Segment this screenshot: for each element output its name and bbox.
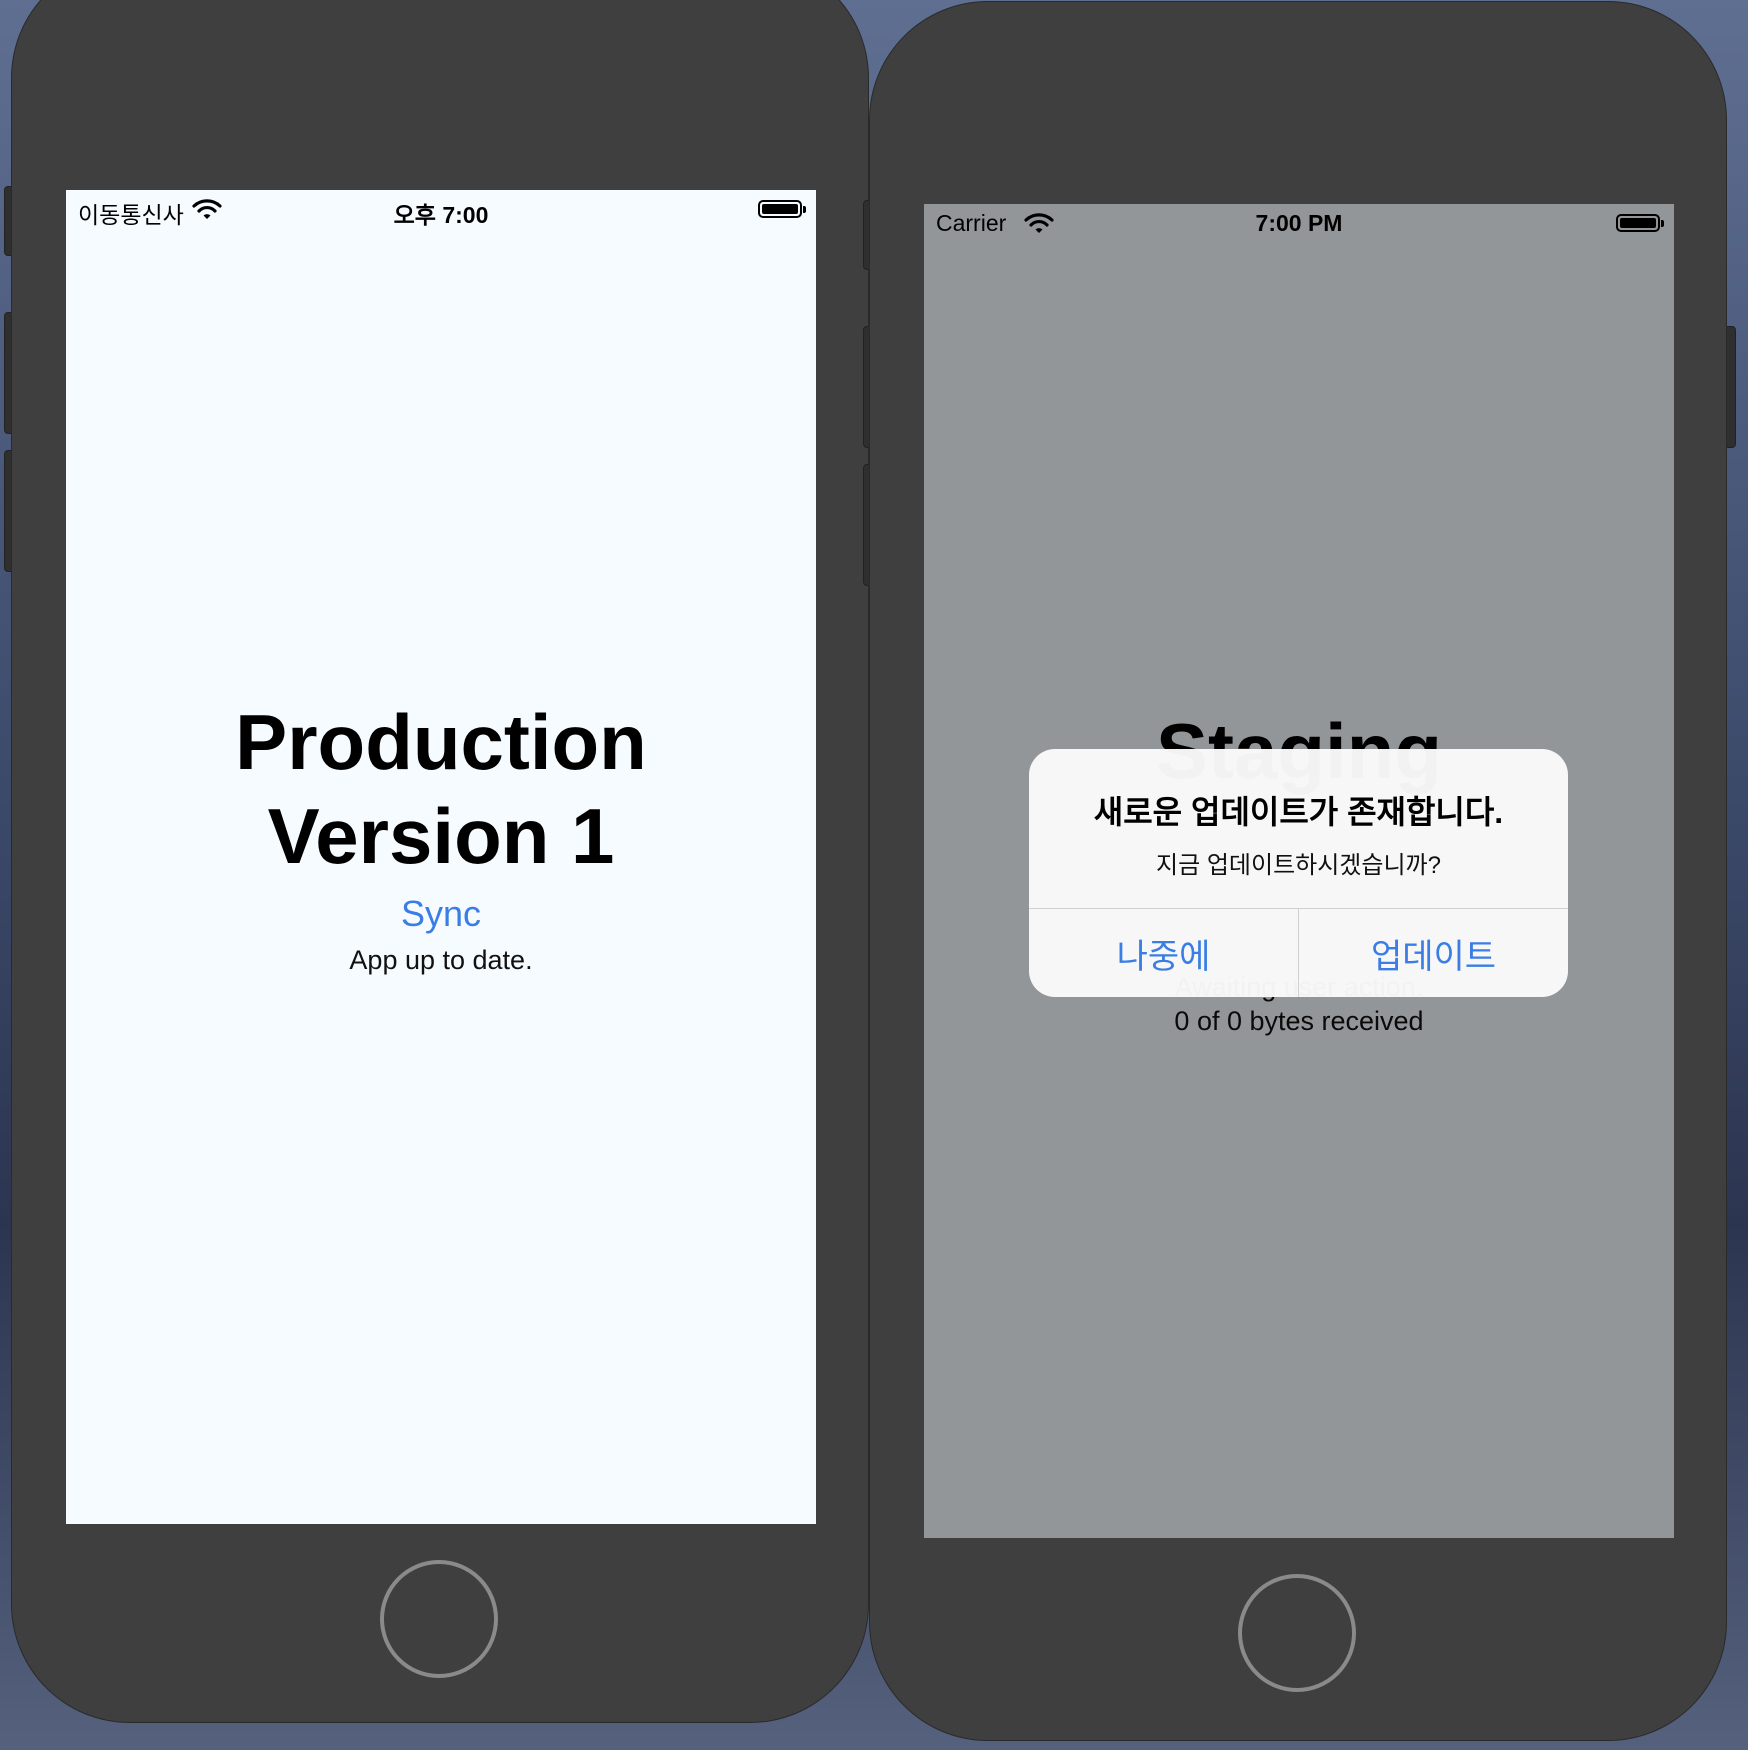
- home-button[interactable]: [380, 1560, 498, 1678]
- home-button[interactable]: [1238, 1574, 1356, 1692]
- later-button[interactable]: 나중에: [1029, 909, 1298, 997]
- status-message: App up to date.: [349, 945, 533, 975]
- battery-icon: [758, 200, 806, 218]
- page-title-line1: Production: [235, 698, 647, 786]
- page-title-line2: Version 1: [267, 792, 615, 880]
- sync-button[interactable]: Sync: [66, 893, 816, 935]
- update-button[interactable]: 업데이트: [1298, 909, 1568, 997]
- right-phone-screen: Carrier 7:00 PM Staging Awaiting user ac…: [924, 204, 1674, 1538]
- alert-message: 지금 업데이트하시겠습니까?: [1156, 852, 1441, 879]
- alert-title: 새로운 업데이트가 존재합니다.: [1093, 794, 1504, 830]
- status-time: 오후 7:00: [393, 202, 489, 228]
- status-bar: 이동통신사 오후 7:00: [66, 190, 816, 230]
- main-content: Production Version 1 Sync App up to date…: [66, 695, 816, 976]
- update-alert-dialog: 새로운 업데이트가 존재합니다. 지금 업데이트하시겠습니까? 나중에 업데이트: [1029, 749, 1568, 997]
- alert-actions: 나중에 업데이트: [1029, 908, 1568, 997]
- left-phone-screen: 이동통신사 오후 7:00 Production Version 1 Sync …: [66, 190, 816, 1524]
- right-phone-device: Carrier 7:00 PM Staging Awaiting user ac…: [870, 2, 1726, 1740]
- left-phone-device: 이동통신사 오후 7:00 Production Version 1 Sync …: [12, 0, 868, 1722]
